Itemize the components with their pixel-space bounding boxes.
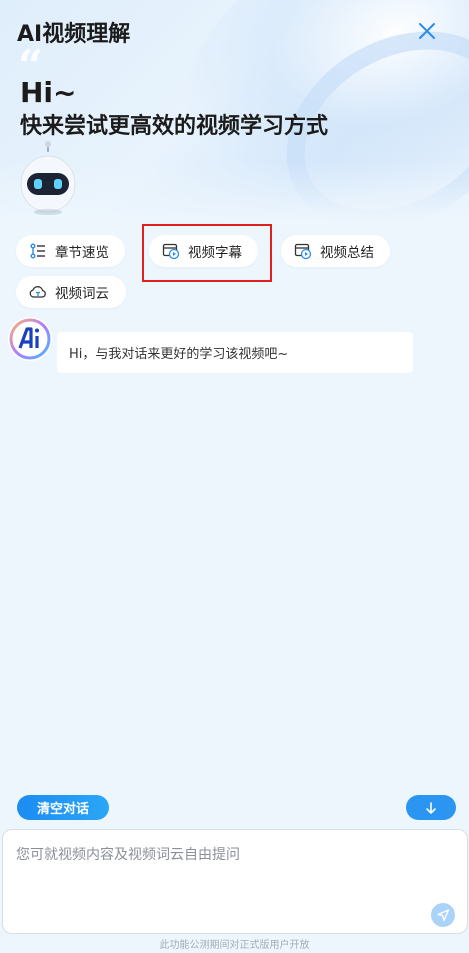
video-word-cloud-button[interactable]: 视频词云 (16, 276, 126, 308)
clear-chat-button[interactable]: 清空对话 (17, 795, 109, 820)
message-composer (2, 829, 468, 934)
send-button[interactable] (431, 903, 455, 927)
greeting: Hi~ (20, 76, 77, 109)
word-cloud-icon (29, 286, 46, 298)
chapter-list-icon (30, 243, 45, 259)
clear-chat-label: 清空对话 (36, 802, 89, 817)
robot-mascot-icon (18, 140, 78, 216)
ai-logo-icon (9, 318, 51, 360)
chip-label: 章节速览 (55, 245, 109, 261)
footer-note: 此功能公测期间对正式版用户开放 (159, 940, 310, 951)
chapter-overview-button[interactable]: 章节速览 (16, 235, 125, 267)
video-subtitle-icon (162, 243, 180, 260)
scroll-down-button[interactable] (406, 795, 456, 820)
arrow-down-icon (426, 801, 436, 814)
close-icon (419, 23, 435, 39)
video-summary-icon (294, 243, 312, 260)
question-input[interactable] (16, 844, 416, 904)
assistant-message: Hi，与我对话来更好的学习该视频吧~ (57, 332, 413, 373)
page-subtitle: 快来尝试更高效的视频学习方式 (20, 114, 329, 139)
video-subtitle-button[interactable]: 视频字幕 (149, 235, 258, 267)
message-text: Hi，与我对话来更好的学习该视频吧~ (69, 347, 289, 362)
chip-label: 视频词云 (55, 286, 109, 302)
ai-avatar (8, 317, 52, 361)
close-button[interactable] (416, 20, 438, 42)
send-icon (437, 909, 450, 922)
video-summary-button[interactable]: 视频总结 (281, 235, 390, 267)
chip-label: 视频总结 (320, 245, 374, 261)
chip-label: 视频字幕 (188, 245, 242, 261)
